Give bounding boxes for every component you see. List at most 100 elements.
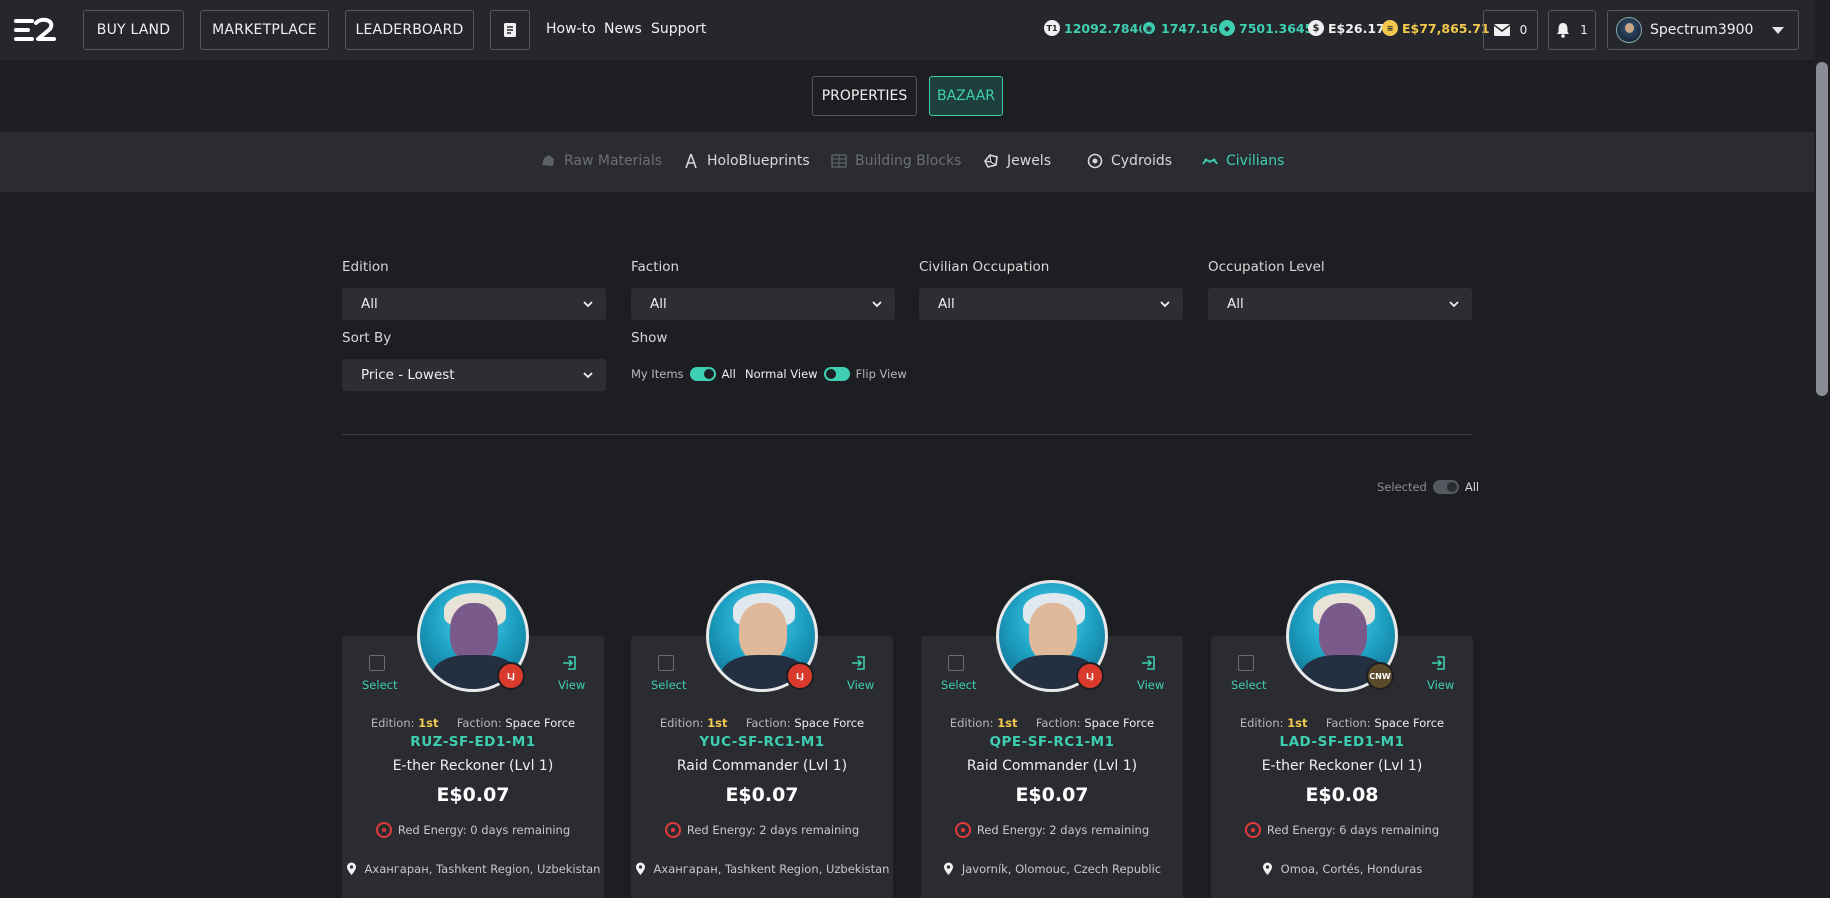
red-energy-icon <box>954 822 971 838</box>
red-energy-icon <box>375 822 392 838</box>
tiles-icon: T1 <box>1044 20 1060 36</box>
buy-land-button[interactable]: BUY LAND <box>83 10 184 50</box>
energy-status: Red Energy: 6 days remaining <box>1211 822 1473 838</box>
civilian-occupation: E-ther Reckoner (Lvl 1) <box>392 758 554 774</box>
select-checkbox[interactable] <box>948 655 964 671</box>
view-label[interactable]: View <box>1137 678 1164 692</box>
my-items-toggle-row: My Items All <box>631 367 736 381</box>
leaderboard-button[interactable]: LEADERBOARD <box>345 10 474 50</box>
properties-tab[interactable]: PROPERTIES <box>812 76 917 116</box>
e2-logo-icon[interactable] <box>14 17 56 43</box>
tiles-balance[interactable]: T1 12092.7846 <box>1044 20 1147 36</box>
energy-status: Red Energy: 2 days remaining <box>631 822 893 838</box>
usd-balance[interactable]: $ E$26.17 <box>1308 20 1385 36</box>
civilian-price: E$0.07 <box>1015 784 1089 806</box>
essence-balance[interactable]: ◆ 7501.3645 <box>1219 20 1313 36</box>
view-icon[interactable] <box>1140 654 1158 672</box>
notifications-count: 1 <box>1580 23 1588 37</box>
essence-icon: ◆ <box>1219 20 1235 36</box>
support-link[interactable]: Support <box>651 21 706 37</box>
locked-balance[interactable]: ≡ E$77,865.71 <box>1382 20 1490 36</box>
view-label[interactable]: View <box>1427 678 1454 692</box>
view-icon[interactable] <box>850 654 868 672</box>
selected-label: Selected <box>1377 480 1427 494</box>
selection-toggle-row: Selected All <box>1377 480 1479 494</box>
guide-button[interactable] <box>490 10 530 50</box>
dollar-icon: $ <box>1308 20 1324 36</box>
owner-badge: LJ <box>1076 662 1104 690</box>
occupation-select[interactable]: All <box>919 288 1183 320</box>
sort-label: Sort By <box>342 330 392 346</box>
civilian-code[interactable]: YUC-SF-RC1-M1 <box>631 734 893 750</box>
civilian-code[interactable]: QPE-SF-RC1-M1 <box>921 734 1183 750</box>
level-select[interactable]: All <box>1208 288 1472 320</box>
flip-view-label: Flip View <box>855 367 907 381</box>
category-civilians[interactable]: Civilians <box>1202 153 1284 169</box>
envelope-icon <box>1493 24 1510 36</box>
energy-status: Red Energy: 2 days remaining <box>921 822 1183 838</box>
view-icon[interactable] <box>561 654 579 672</box>
select-label[interactable]: Select <box>1231 678 1266 692</box>
filters-divider <box>342 434 1472 435</box>
select-checkbox[interactable] <box>658 655 674 671</box>
card-meta: Edition: 1st Faction: Space Force <box>659 716 865 730</box>
my-items-toggle[interactable] <box>689 367 716 381</box>
edition-label: Edition <box>342 259 389 275</box>
red-energy-icon <box>1244 822 1261 838</box>
card-meta: Edition: 1st Faction: Space Force <box>370 716 576 730</box>
messages-button[interactable]: 0 <box>1483 10 1538 50</box>
gem-icon: ◉ <box>1141 20 1157 36</box>
blocks-icon <box>831 154 847 168</box>
civilian-code[interactable]: RUZ-SF-ED1-M1 <box>342 734 604 750</box>
user-menu[interactable]: Spectrum3900 <box>1607 10 1799 50</box>
select-all-label: All <box>1464 480 1480 494</box>
selection-toggle[interactable] <box>1432 480 1459 494</box>
select-label[interactable]: Select <box>651 678 686 692</box>
civilian-location: Javorník, Olomouc, Czech Republic <box>921 862 1183 876</box>
normal-view-label: Normal View <box>745 367 818 381</box>
select-label[interactable]: Select <box>362 678 397 692</box>
category-jewels[interactable]: Jewels <box>983 153 1051 169</box>
bell-icon <box>1557 23 1570 38</box>
gems-balance[interactable]: ◉ 1747.16 <box>1141 20 1218 36</box>
civilian-occupation: Raid Commander (Lvl 1) <box>966 758 1138 774</box>
civilian-code[interactable]: LAD-SF-ED1-M1 <box>1211 734 1473 750</box>
owner-badge: LJ <box>786 662 814 690</box>
howto-link[interactable]: How-to <box>546 21 596 37</box>
compass-icon <box>685 153 697 169</box>
chevron-down-icon <box>1449 301 1459 308</box>
scrollbar-thumb[interactable] <box>1816 62 1828 396</box>
chevron-down-icon <box>583 301 593 308</box>
username: Spectrum3900 <box>1650 22 1754 38</box>
card-meta: Edition: 1st Faction: Space Force <box>949 716 1155 730</box>
select-label[interactable]: Select <box>941 678 976 692</box>
marketplace-button[interactable]: MARKETPLACE <box>200 10 329 50</box>
civilian-price: E$0.08 <box>1305 784 1379 806</box>
sort-select[interactable]: Price - Lowest <box>342 359 606 391</box>
category-holoblueprints[interactable]: HoloBlueprints <box>683 153 810 169</box>
category-building-blocks[interactable]: Building Blocks <box>831 153 961 169</box>
view-label[interactable]: View <box>847 678 874 692</box>
category-raw-materials[interactable]: Raw Materials <box>540 153 662 169</box>
select-checkbox[interactable] <box>369 655 385 671</box>
civilian-occupation: E-ther Reckoner (Lvl 1) <box>1261 758 1423 774</box>
news-link[interactable]: News <box>604 21 642 37</box>
view-icon[interactable] <box>1430 654 1448 672</box>
select-checkbox[interactable] <box>1238 655 1254 671</box>
view-mode-toggle[interactable] <box>823 367 850 381</box>
category-cydroids[interactable]: Cydroids <box>1087 153 1172 169</box>
avatar <box>1616 17 1642 43</box>
all-label: All <box>721 367 736 381</box>
occupation-label: Civilian Occupation <box>919 259 1050 275</box>
view-label[interactable]: View <box>558 678 585 692</box>
bazaar-tab[interactable]: BAZAAR <box>929 76 1003 116</box>
my-items-label: My Items <box>631 367 684 381</box>
show-label: Show <box>631 330 668 346</box>
chevron-down-icon <box>1160 301 1170 308</box>
edition-select[interactable]: All <box>342 288 606 320</box>
faction-select[interactable]: All <box>631 288 895 320</box>
civilian-location: Ахангаран, Tashkent Region, Uzbekistan <box>342 862 604 876</box>
civilians-icon <box>1202 158 1218 165</box>
notifications-button[interactable]: 1 <box>1548 10 1596 50</box>
document-icon <box>504 23 516 37</box>
